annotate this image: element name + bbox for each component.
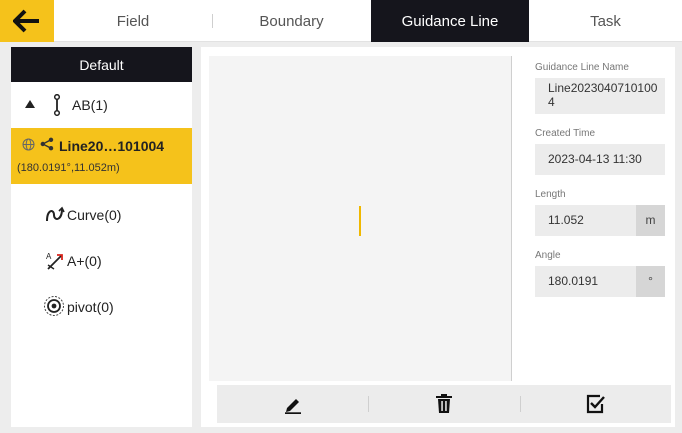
- tab-guidance-line-label: Guidance Line: [401, 12, 499, 30]
- arrow-left-icon: [13, 9, 39, 33]
- share-icon[interactable]: [40, 137, 54, 151]
- group-header[interactable]: Default: [11, 47, 192, 82]
- delete-button[interactable]: [368, 385, 519, 423]
- name-field[interactable]: Line20230407101004: [535, 78, 665, 114]
- guidance-line-preview: [359, 206, 361, 236]
- tab-guidance-line[interactable]: Guidance Line: [371, 0, 529, 42]
- properties-panel: Guidance Line Name Line20230407101004 Cr…: [535, 62, 665, 297]
- ab-line-icon: [53, 94, 61, 116]
- angle-value[interactable]: 180.0191: [535, 266, 636, 297]
- created-time-label: Created Time: [535, 128, 596, 139]
- guidance-line-detail-panel: Guidance Line Name Line20230407101004 Cr…: [201, 47, 675, 427]
- content-area: Default AB(1) Line20…101004 (180.0191°,1…: [0, 42, 682, 433]
- length-unit: m: [636, 205, 665, 236]
- name-label: Guidance Line Name: [535, 62, 629, 73]
- edit-button[interactable]: [217, 385, 368, 423]
- guidance-line-name: Line20…101004: [59, 138, 165, 154]
- category-curve[interactable]: Curve(0): [11, 192, 192, 238]
- action-toolbar: [217, 385, 671, 423]
- guidance-line-item[interactable]: Line20…101004 (180.0191°,11.052m): [11, 128, 192, 184]
- angle-field: 180.0191 °: [535, 266, 665, 297]
- back-button[interactable]: [0, 0, 54, 42]
- tab-boundary-label: Boundary: [259, 12, 324, 30]
- checkbox-icon: [587, 394, 606, 414]
- svg-text:A: A: [46, 252, 52, 261]
- tab-field-label: Field: [116, 12, 150, 30]
- ab-group-row[interactable]: AB(1): [11, 82, 192, 128]
- map-preview-canvas[interactable]: [209, 56, 512, 381]
- guidance-line-sidebar: Default AB(1) Line20…101004 (180.0191°,1…: [11, 47, 192, 427]
- category-a-plus-label: A+(0): [67, 253, 102, 269]
- curve-icon: [46, 206, 65, 222]
- tab-divider: [212, 14, 213, 28]
- tab-boundary[interactable]: Boundary: [212, 0, 371, 42]
- pivot-icon: [44, 296, 64, 316]
- category-curve-label: Curve(0): [67, 207, 122, 223]
- tab-task[interactable]: Task: [529, 0, 682, 42]
- tab-field[interactable]: Field: [54, 0, 212, 42]
- category-a-plus[interactable]: A A+(0): [11, 238, 192, 284]
- ab-group-label: AB(1): [72, 97, 108, 113]
- collapse-arrow-icon[interactable]: [25, 100, 35, 108]
- category-pivot-label: pivot(0): [67, 299, 114, 315]
- toolbar-divider: [519, 396, 521, 412]
- length-label: Length: [535, 189, 566, 200]
- guidance-line-coords: (180.0191°,11.052m): [17, 162, 120, 174]
- category-pivot[interactable]: pivot(0): [11, 284, 192, 330]
- a-plus-icon: A: [46, 252, 63, 270]
- group-header-label: Default: [79, 56, 124, 73]
- created-time-value: 2023-04-13 11:30: [535, 144, 665, 175]
- globe-icon: [22, 138, 35, 151]
- pencil-icon: [284, 399, 301, 414]
- top-tab-bar: Field Boundary Guidance Line Task: [0, 0, 682, 42]
- toolbar-divider: [368, 396, 370, 412]
- tab-task-label: Task: [590, 12, 621, 30]
- length-value[interactable]: 11.052: [535, 205, 636, 236]
- length-field: 11.052 m: [535, 205, 665, 236]
- confirm-button[interactable]: [519, 385, 671, 423]
- trash-icon: [435, 394, 452, 413]
- angle-unit: °: [636, 266, 665, 297]
- angle-label: Angle: [535, 250, 561, 261]
